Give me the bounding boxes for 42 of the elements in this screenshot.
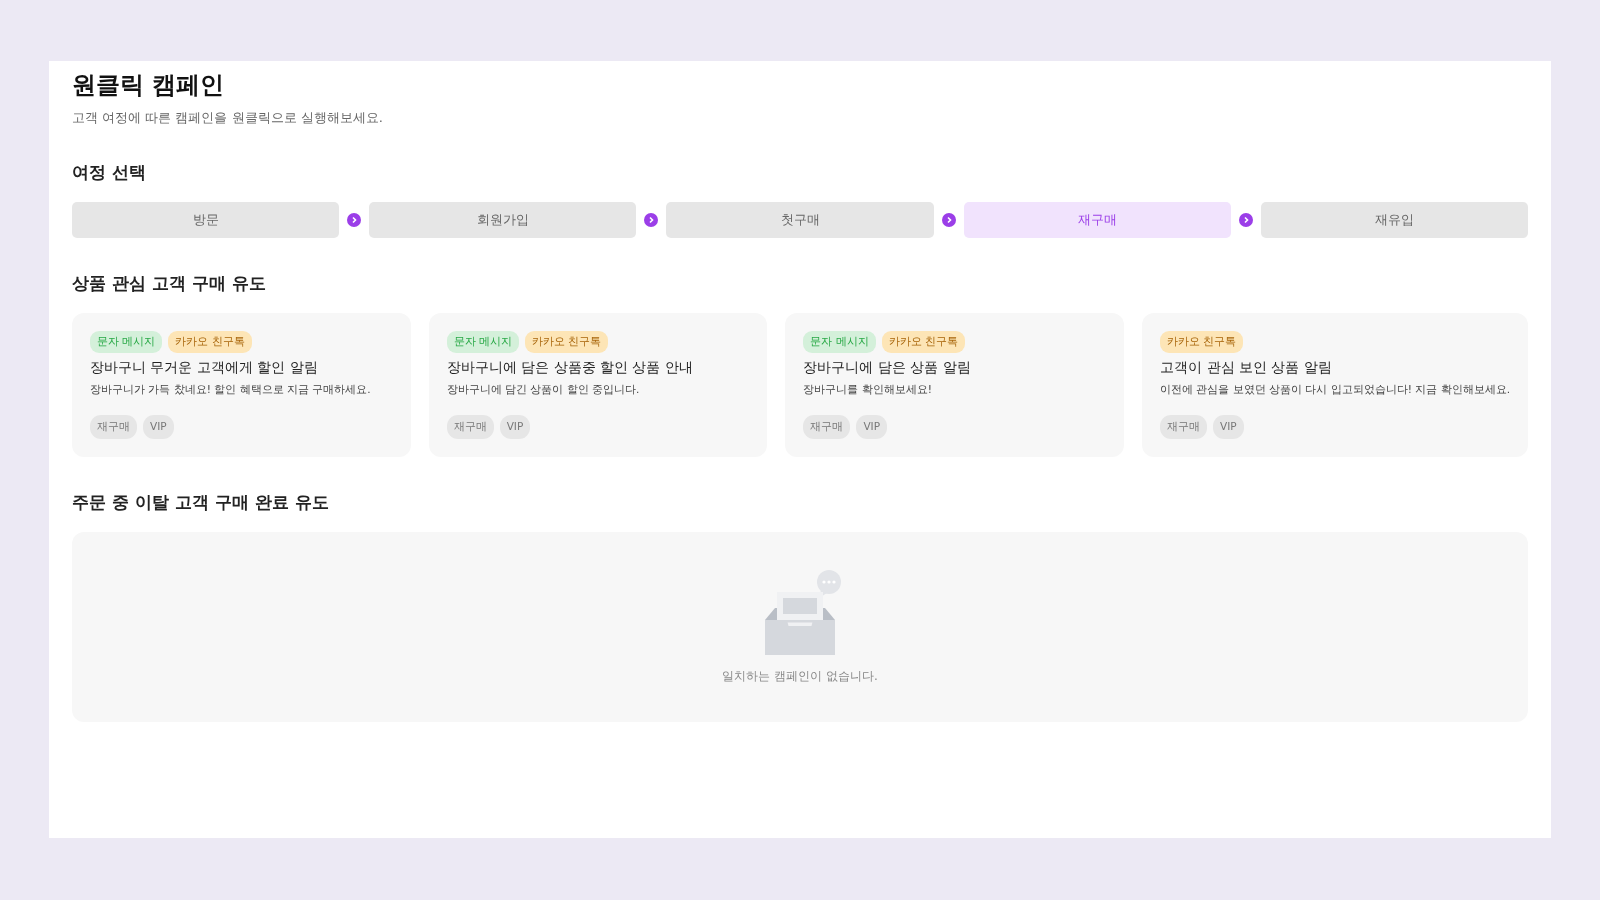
channel-badge: 카카오 친구톡 xyxy=(1160,331,1244,353)
chevron-right-icon xyxy=(644,213,659,227)
channel-badge: 문자 메시지 xyxy=(90,331,163,353)
campaign-title: 장바구니에 담은 상품 알림 xyxy=(803,359,972,377)
channel-badge: 문자 메시지 xyxy=(803,331,876,353)
campaign-description: 장바구니에 담긴 상품이 할인 중입니다. xyxy=(446,383,641,397)
page-title: 원클릭 캠페인 xyxy=(72,70,226,101)
tag: 재구매 xyxy=(446,415,494,439)
chevron-right-icon xyxy=(941,213,956,227)
campaign-card[interactable]: 문자 메시지 카카오 친구톡 장바구니 무거운 고객에게 할인 알림 장바구니가 가득 찼네요! 할인 혜택으로 지금 구매하세요. 재구매 VIP xyxy=(72,313,411,457)
journey-step-tab[interactable]: 방문 xyxy=(72,202,340,238)
channel-badge: 카카오 친구톡 xyxy=(881,331,966,353)
campaign-card[interactable]: 카카오 친구톡 고객이 관심 보인 상품 알림 이전에 관심을 보였던 상품이 다시 입고되었습니다! 지금 확인해보세요. 재구매 VIP xyxy=(1142,313,1528,457)
campaign-title: 장바구니에 담은 상품중 할인 상품 안내 xyxy=(446,359,694,377)
campaign-description: 이전에 관심을 보였던 상품이 다시 입고되었습니다! 지금 확인해보세요. xyxy=(1160,383,1510,397)
journey-step-tab[interactable]: 재유입 xyxy=(1260,202,1528,238)
channel-badge: 카카오 친구톡 xyxy=(168,331,252,353)
page-subtitle: 고객 여정에 따른 캠페인을 원클릭으로 실행해보세요. xyxy=(72,109,384,127)
tag: VIP xyxy=(856,415,887,439)
journey-step-tab[interactable]: 첫구매 xyxy=(666,202,934,238)
empty-message: 일치하는 캠페인이 없습니다. xyxy=(722,667,878,685)
campaign-card[interactable]: 문자 메시지 카카오 친구톡 장바구니에 담은 상품 알림 장바구니를 확인해보세요! 재구매 VIP xyxy=(785,313,1125,457)
chevron-right-icon xyxy=(347,213,362,227)
tag: VIP xyxy=(1213,415,1244,439)
campaign-description: 장바구니가 가득 찼네요! 할인 혜택으로 지금 구매하세요. xyxy=(90,383,372,397)
tag: 재구매 xyxy=(1160,415,1208,439)
channel-badge: 문자 메시지 xyxy=(446,331,520,353)
tag: 재구매 xyxy=(803,415,851,439)
chevron-right-icon xyxy=(1238,213,1253,227)
section-title: 주문 중 이탈 고객 구매 완료 유도 xyxy=(72,491,330,514)
section-title: 여정 선택 xyxy=(72,161,147,184)
campaign-card[interactable]: 문자 메시지 카카오 친구톡 장바구니에 담은 상품중 할인 상품 안내 장바구니에 담긴 상품이 할인 중입니다. 재구매 VIP xyxy=(428,313,768,457)
journey-step-tab[interactable]: 회원가입 xyxy=(369,202,637,238)
section-title: 상품 관심 고객 구매 유도 xyxy=(72,272,267,295)
campaign-description: 장바구니를 확인해보세요! xyxy=(803,383,933,397)
channel-badge: 카카오 친구톡 xyxy=(525,331,609,353)
tag: 재구매 xyxy=(90,415,137,439)
campaign-title: 장바구니 무거운 고객에게 할인 알림 xyxy=(90,359,319,377)
tag: VIP xyxy=(143,415,174,439)
journey-step-tab[interactable]: 재구매 xyxy=(963,202,1231,238)
tag: VIP xyxy=(499,415,531,439)
campaign-title: 고객이 관심 보인 상품 알림 xyxy=(1160,359,1333,377)
